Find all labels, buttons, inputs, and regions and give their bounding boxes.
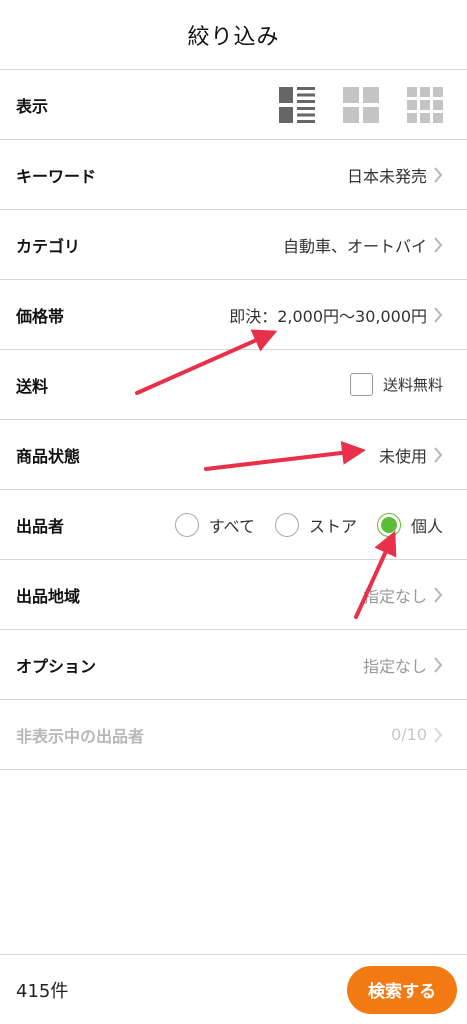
hidden-sellers-value-wrap: 0/10 <box>391 725 443 744</box>
chevron-right-icon <box>434 446 443 463</box>
chevron-right-icon <box>434 726 443 743</box>
free-shipping-label: 送料無料 <box>382 376 443 394</box>
small-grid-view-icon[interactable] <box>407 86 443 123</box>
seller-option-individual[interactable]: 個人 <box>376 512 443 537</box>
region-label: 出品地域 <box>16 586 81 606</box>
category-label: カテゴリ <box>16 236 81 256</box>
row-shipping: 送料 送料無料 <box>0 350 467 420</box>
region-value: 指定なし <box>362 586 427 606</box>
chevron-right-icon <box>434 306 443 323</box>
row-category[interactable]: カテゴリ 自動車、オートバイ <box>0 210 467 280</box>
row-seller: 出品者 すべて ストア 個人 <box>0 490 467 560</box>
free-shipping-toggle[interactable]: 送料無料 <box>349 373 443 396</box>
keyword-value-wrap: 日本未発売 <box>347 163 443 187</box>
chevron-right-icon <box>434 166 443 183</box>
seller-option-all[interactable]: すべて <box>174 512 255 537</box>
category-value: 自動車、オートバイ <box>282 236 427 256</box>
seller-option-store[interactable]: ストア <box>274 512 357 537</box>
chevron-right-icon <box>434 656 443 673</box>
radio-button-selected[interactable] <box>376 512 401 537</box>
seller-option-label: 個人 <box>410 516 443 536</box>
keyword-label: キーワード <box>16 166 97 186</box>
chevron-right-icon <box>434 236 443 253</box>
condition-label: 商品状態 <box>16 446 81 466</box>
chevron-right-icon <box>434 586 443 603</box>
price-label: 価格帯 <box>16 306 65 326</box>
row-options[interactable]: オプション 指定なし <box>0 630 467 700</box>
seller-option-label: ストア <box>308 516 357 536</box>
hidden-sellers-value: 0/10 <box>391 725 427 744</box>
options-value-wrap: 指定なし <box>363 653 443 677</box>
seller-label: 出品者 <box>16 516 65 536</box>
row-hidden-sellers: 非表示中の出品者 0/10 <box>0 700 467 770</box>
display-label: 表示 <box>16 96 49 116</box>
page-title: 絞り込み <box>187 24 280 50</box>
free-shipping-checkbox[interactable] <box>349 373 373 396</box>
radio-button[interactable] <box>274 512 299 537</box>
condition-value-wrap: 未使用 <box>379 443 443 467</box>
hidden-sellers-label: 非表示中の出品者 <box>16 726 145 746</box>
footer-bar: 415件 検索する <box>0 954 467 1024</box>
row-display: 表示 <box>0 70 467 140</box>
region-value-wrap: 指定なし <box>363 583 443 607</box>
seller-radio-group: すべて ストア 個人 <box>174 512 443 537</box>
seller-option-label: すべて <box>208 516 255 536</box>
row-condition[interactable]: 商品状態 未使用 <box>0 420 467 490</box>
header: 絞り込み <box>0 0 467 70</box>
category-value-wrap: 自動車、オートバイ <box>283 233 443 257</box>
price-value: 即決：2,000円〜30,000円 <box>229 306 427 326</box>
row-price[interactable]: 価格帯 即決：2,000円〜30,000円 <box>0 280 467 350</box>
options-value: 指定なし <box>362 656 427 676</box>
list-view-icon[interactable] <box>279 86 315 123</box>
condition-value: 未使用 <box>378 446 427 466</box>
result-count: 415件 <box>16 980 69 1002</box>
keyword-value: 日本未発売 <box>346 166 427 186</box>
options-label: オプション <box>16 656 97 676</box>
row-keyword[interactable]: キーワード 日本未発売 <box>0 140 467 210</box>
price-value-wrap: 即決：2,000円〜30,000円 <box>229 303 443 327</box>
search-button[interactable]: 検索する <box>347 965 457 1014</box>
shipping-label: 送料 <box>16 376 49 396</box>
row-region[interactable]: 出品地域 指定なし <box>0 560 467 630</box>
view-mode-switcher <box>279 86 443 123</box>
radio-button[interactable] <box>174 512 199 537</box>
grid-view-icon[interactable] <box>343 86 379 123</box>
